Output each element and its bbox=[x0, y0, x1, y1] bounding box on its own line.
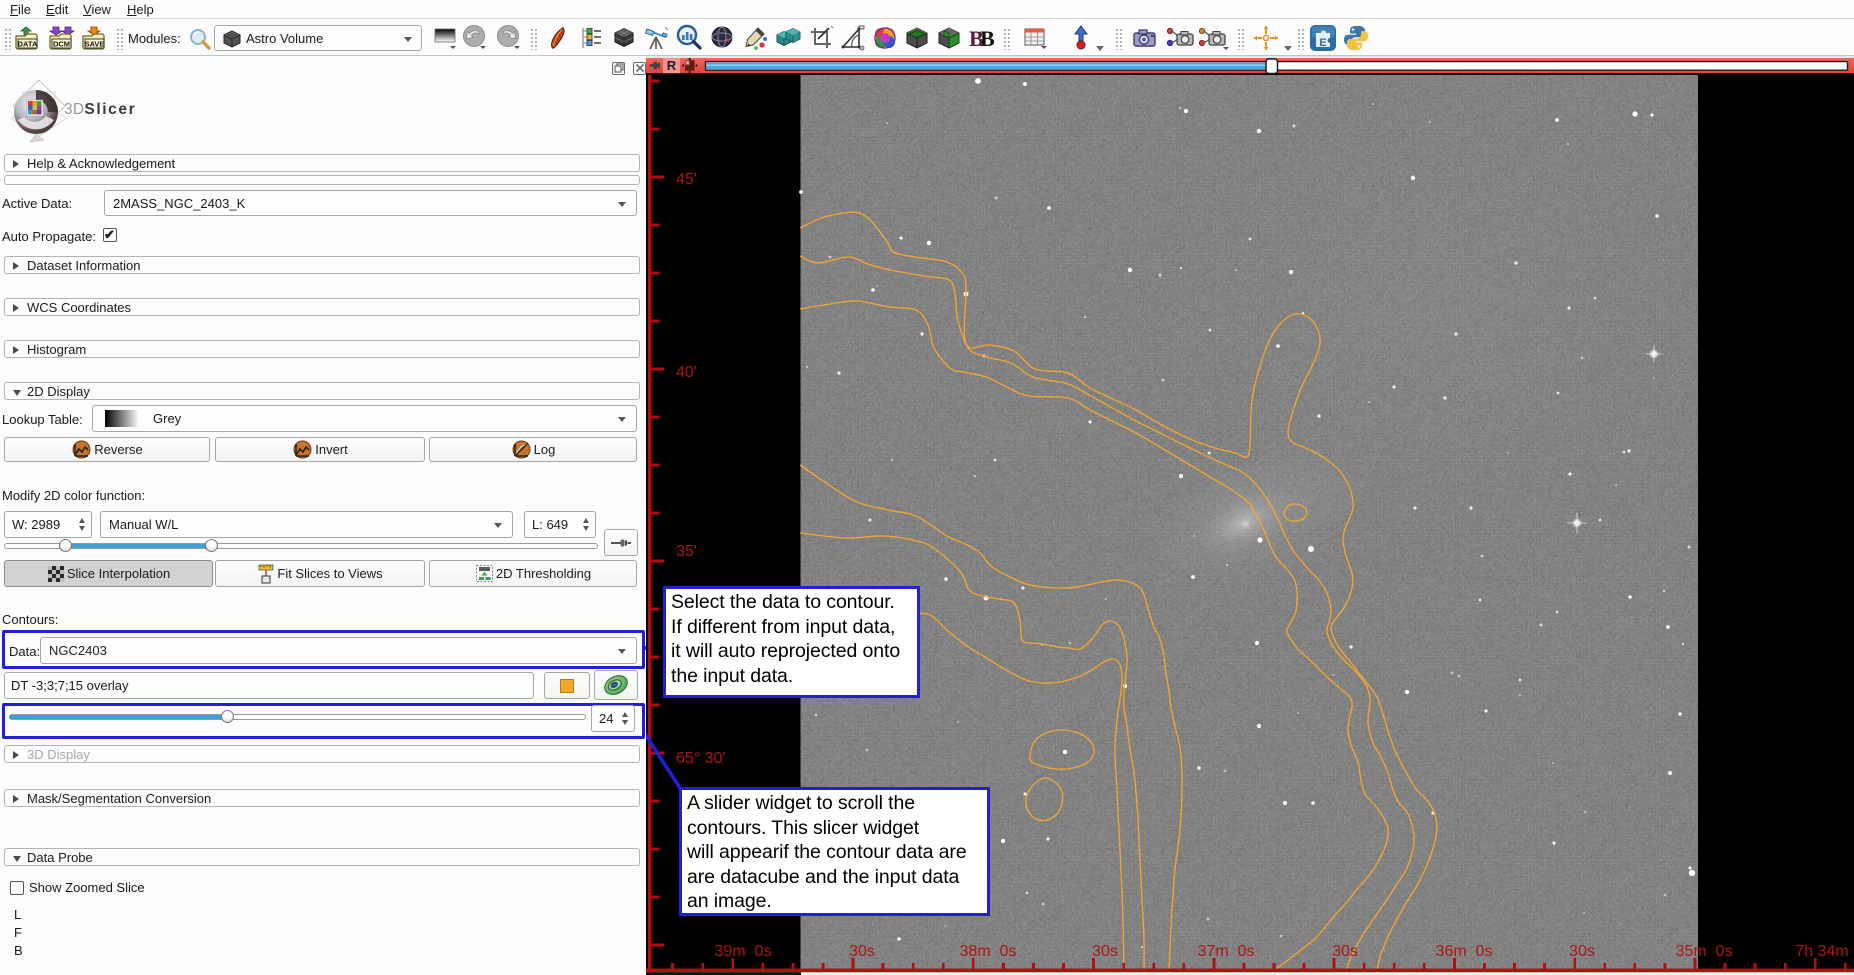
svg-text:R: R bbox=[667, 58, 677, 73]
svg-text:30s: 30s bbox=[849, 943, 875, 960]
svg-text:45': 45' bbox=[676, 171, 697, 188]
svg-text:7h 34m: 7h 34m bbox=[1795, 943, 1848, 960]
svg-text:39m 0s: 39m 0s bbox=[715, 943, 772, 960]
svg-text:65° 30': 65° 30' bbox=[676, 750, 726, 767]
svg-text:35': 35' bbox=[676, 543, 697, 560]
svg-text:DATA: DATA bbox=[18, 40, 38, 49]
svg-text:30s: 30s bbox=[1092, 943, 1118, 960]
svg-text:35m 0s: 35m 0s bbox=[1676, 943, 1733, 960]
svg-text:37m 0s: 37m 0s bbox=[1198, 943, 1255, 960]
svg-text:SAVE: SAVE bbox=[85, 40, 105, 49]
svg-text:DCM: DCM bbox=[53, 40, 70, 49]
svg-text:38m 0s: 38m 0s bbox=[960, 943, 1017, 960]
svg-text:30s: 30s bbox=[1569, 943, 1595, 960]
svg-text:36m 0s: 36m 0s bbox=[1436, 943, 1493, 960]
svg-text:30s: 30s bbox=[1332, 943, 1358, 960]
svg-text:40': 40' bbox=[676, 364, 697, 381]
svg-text:E: E bbox=[1319, 37, 1326, 49]
svg-text:B: B bbox=[980, 26, 995, 51]
